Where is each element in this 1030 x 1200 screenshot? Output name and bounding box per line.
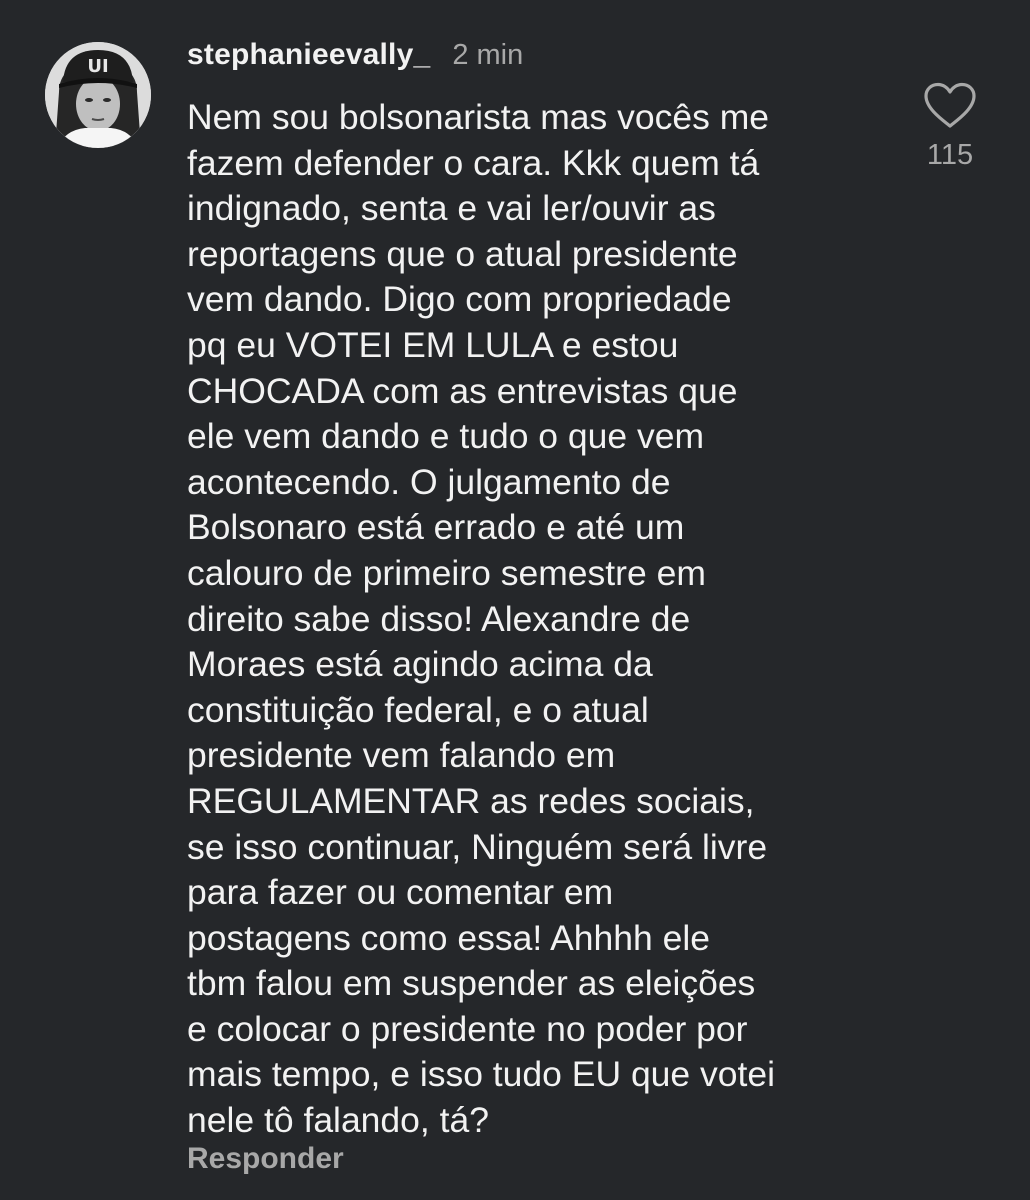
comment-text-line: REGULAMENTAR as redes sociais, [187, 780, 755, 821]
comment-text-line: fazem defender o cara. Kkk quem tá [187, 142, 760, 183]
comment-text-line: Nem sou bolsonarista mas vocês me [187, 97, 770, 137]
comment-text-line: pq eu VOTEI EM LULA e estou [187, 324, 679, 365]
comment-text-line: calouro de primeiro semestre em [187, 552, 706, 593]
heart-outline-icon [924, 82, 976, 128]
comment-text-line: nele tô falando, tá? [187, 1100, 489, 1141]
username[interactable]: stephanieevally_ [187, 38, 430, 72]
comment-text-line: e colocar o presidente no poder por [187, 1008, 748, 1049]
like-button[interactable] [922, 82, 978, 130]
comment-text-line: indignado, senta e vai ler/ouvir as [187, 188, 716, 229]
comment-text-line: ele vem dando e tudo o que vem [187, 416, 705, 457]
comment-header: stephanieevally_ 2 min [187, 38, 523, 78]
avatar[interactable]: UI [45, 42, 151, 148]
comment-text-line: presidente vem falando em [187, 735, 616, 776]
like-count: 115 [926, 139, 974, 171]
comment-text-line: acontecendo. O julgamento de [187, 461, 671, 502]
comment-text-line: Moraes está agindo acima da [187, 644, 653, 685]
comment-text-line: CHOCADA com as entrevistas que [187, 370, 738, 411]
comment-text-line: mais tempo, e isso tudo EU que votei [187, 1054, 776, 1095]
comment-text-line: tbm falou em suspender as eleições [187, 963, 756, 1004]
comment-text-line: constituição federal, e o atual [187, 689, 649, 730]
avatar-image: UI [45, 42, 151, 148]
comment-text-line: se isso continuar, Ninguém será livre [187, 826, 768, 867]
avatar-cap-text: UI [87, 56, 108, 77]
comment-text-line: direito sabe disso! Alexandre de [187, 598, 691, 639]
comment-text-line: Bolsonaro está errado e até um [187, 507, 685, 548]
reply-button[interactable]: Responder [187, 1142, 344, 1176]
comment-text-line: vem dando. Digo com propriedade [187, 279, 732, 320]
comment: UI stephanieevally_ 2 min Nem sou bolson… [0, 0, 1030, 1200]
comment-text-line: reportagens que o atual presidente [187, 233, 738, 274]
timestamp: 2 min [452, 39, 524, 71]
comment-text-line: postagens como essa! Ahhhh ele [187, 917, 711, 958]
comment-text: Nem sou bolsonarista mas vocês me fazem d… [187, 95, 887, 1144]
comment-text-line: para fazer ou comentar em [187, 872, 614, 913]
